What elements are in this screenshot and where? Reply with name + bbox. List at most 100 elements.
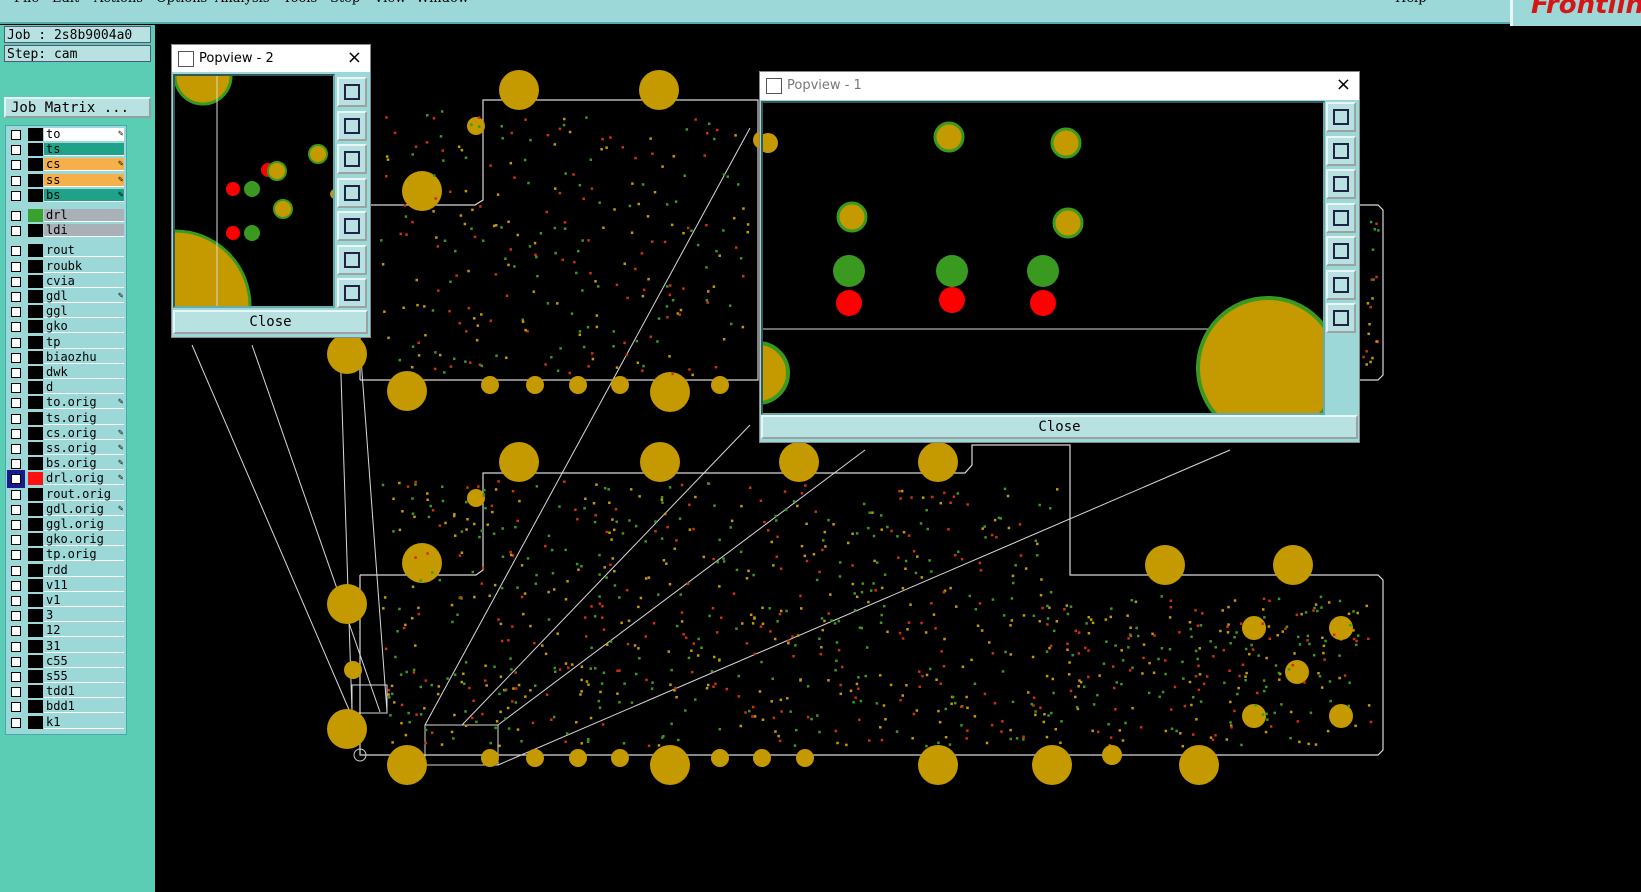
layer-checkbox[interactable] — [11, 520, 21, 530]
layer-checkbox[interactable] — [11, 383, 21, 394]
layer-name[interactable]: bs — [44, 188, 124, 202]
layer-row[interactable]: c55 — [6, 654, 126, 669]
layer-name[interactable]: tp — [44, 335, 124, 349]
layer-row[interactable]: cvia — [6, 274, 126, 289]
layer-color-swatch[interactable] — [28, 411, 43, 425]
layer-name[interactable]: dwk — [44, 366, 124, 379]
layer-name[interactable]: v1 — [44, 594, 124, 607]
layer-color-swatch[interactable] — [28, 274, 43, 288]
layer-row[interactable]: rdd — [6, 563, 126, 578]
menu-item-help[interactable]: Help — [1395, 0, 1427, 6]
layer-checkbox[interactable] — [11, 145, 21, 156]
layer-name[interactable]: ggl — [44, 305, 124, 319]
layer-color-swatch[interactable] — [28, 639, 43, 653]
layer-checkbox[interactable] — [11, 352, 21, 363]
layer-row[interactable]: drl.orig ✎ — [6, 470, 126, 489]
layer-name[interactable]: 12 — [44, 624, 124, 638]
layer-name[interactable]: gdl — [44, 290, 124, 303]
layer-color-swatch[interactable] — [28, 143, 43, 157]
pan-right-icon[interactable] — [1326, 236, 1356, 266]
layer-name[interactable]: v11 — [44, 578, 124, 592]
layer-name[interactable]: to — [44, 128, 124, 141]
layer-row[interactable]: d — [6, 380, 126, 395]
zoom-center-icon[interactable] — [1326, 303, 1356, 333]
layer-name[interactable]: gko.orig — [44, 533, 124, 547]
menu-item[interactable]: Tools — [283, 0, 317, 6]
layer-color-swatch[interactable] — [28, 290, 43, 303]
layer-row[interactable]: v11 — [6, 578, 126, 593]
layer-checkbox[interactable] — [11, 413, 21, 424]
layer-color-swatch[interactable] — [28, 609, 43, 623]
layer-color-swatch[interactable] — [28, 366, 43, 379]
layer-row[interactable]: ggl — [6, 304, 126, 319]
layer-name[interactable]: ggl.orig — [44, 518, 124, 531]
layer-checkbox[interactable] — [11, 550, 21, 561]
layer-checkbox[interactable] — [11, 459, 21, 470]
layer-color-swatch[interactable] — [28, 224, 43, 238]
layer-checkbox[interactable] — [11, 261, 21, 272]
layer-checkbox[interactable] — [11, 246, 21, 257]
layer-row[interactable]: gdl.orig ✎ — [6, 502, 126, 517]
layer-row[interactable]: rout.orig — [6, 487, 126, 502]
layer-name[interactable]: cvia — [44, 274, 124, 288]
layer-row[interactable]: dwk — [6, 365, 126, 380]
layer-checkbox[interactable] — [11, 717, 21, 728]
layer-color-swatch[interactable] — [28, 670, 43, 683]
pan-down-icon[interactable] — [337, 144, 367, 174]
pan-left-icon[interactable] — [1326, 202, 1356, 233]
pan-left-icon[interactable] — [337, 177, 367, 208]
layer-checkbox[interactable] — [11, 489, 21, 500]
layer-row[interactable]: v1 — [6, 593, 126, 608]
layer-name[interactable]: drl.orig — [44, 472, 124, 486]
layer-row[interactable]: tdd1 — [6, 684, 126, 699]
layer-color-swatch[interactable] — [28, 335, 43, 349]
popview-2-titlebar[interactable]: Popview - 2 × — [172, 45, 370, 72]
layer-color-swatch[interactable] — [28, 188, 43, 202]
layer-checkbox[interactable] — [11, 428, 21, 439]
layer-color-swatch[interactable] — [28, 158, 43, 172]
layer-checkbox[interactable] — [11, 190, 21, 201]
layer-checkbox[interactable] — [11, 307, 21, 318]
layer-row[interactable]: gko — [6, 319, 126, 334]
layer-row[interactable]: ss ✎ — [6, 173, 126, 188]
layer-name[interactable]: 3 — [44, 609, 124, 623]
layer-color-swatch[interactable] — [28, 518, 43, 531]
layer-row[interactable]: cs.orig ✎ — [6, 426, 126, 441]
layer-color-swatch[interactable] — [28, 305, 43, 319]
layer-checkbox[interactable] — [11, 672, 21, 682]
layer-row[interactable]: ggl.orig — [6, 517, 126, 532]
layer-name[interactable]: ss.orig — [44, 442, 124, 455]
layer-name[interactable]: tdd1 — [44, 685, 124, 699]
layer-color-swatch[interactable] — [28, 209, 43, 222]
layer-name[interactable]: to.orig — [44, 396, 124, 410]
close-icon[interactable]: × — [1336, 74, 1351, 95]
layer-checkbox[interactable] — [11, 444, 21, 454]
layer-name[interactable]: rout.orig — [44, 487, 124, 501]
layer-row[interactable]: 31 — [6, 639, 126, 654]
layer-color-swatch[interactable] — [28, 685, 43, 699]
layer-name[interactable]: drl — [44, 209, 124, 222]
layer-color-swatch[interactable] — [28, 533, 43, 547]
zoom-center-icon[interactable] — [337, 278, 367, 308]
layer-row[interactable]: tp — [6, 335, 126, 350]
menu-item[interactable]: Actions — [94, 0, 143, 6]
layer-color-swatch[interactable] — [28, 320, 43, 334]
layer-color-swatch[interactable] — [28, 259, 43, 273]
popview-1-view[interactable] — [761, 101, 1325, 415]
layer-row[interactable]: cs ✎ — [6, 157, 126, 172]
layer-row[interactable]: biaozhu — [6, 350, 126, 365]
layer-row[interactable]: bs.orig ✎ — [6, 456, 126, 471]
layer-row[interactable]: to ✎ — [6, 127, 126, 142]
layer-row[interactable]: ts — [6, 142, 126, 157]
layer-color-swatch[interactable] — [28, 472, 43, 486]
zoom-fit-icon[interactable] — [337, 244, 367, 275]
layer-checkbox[interactable] — [11, 368, 21, 378]
layer-name[interactable]: bdd1 — [44, 700, 124, 714]
layer-name[interactable]: gdl.orig — [44, 502, 124, 516]
layer-checkbox[interactable] — [11, 276, 21, 287]
layer-row[interactable]: roubk — [6, 259, 126, 274]
layer-color-swatch[interactable] — [28, 442, 43, 455]
layer-row[interactable]: tp.orig — [6, 547, 126, 562]
menu-item[interactable]: Step — [330, 0, 360, 6]
layer-name[interactable]: cs — [44, 158, 124, 172]
